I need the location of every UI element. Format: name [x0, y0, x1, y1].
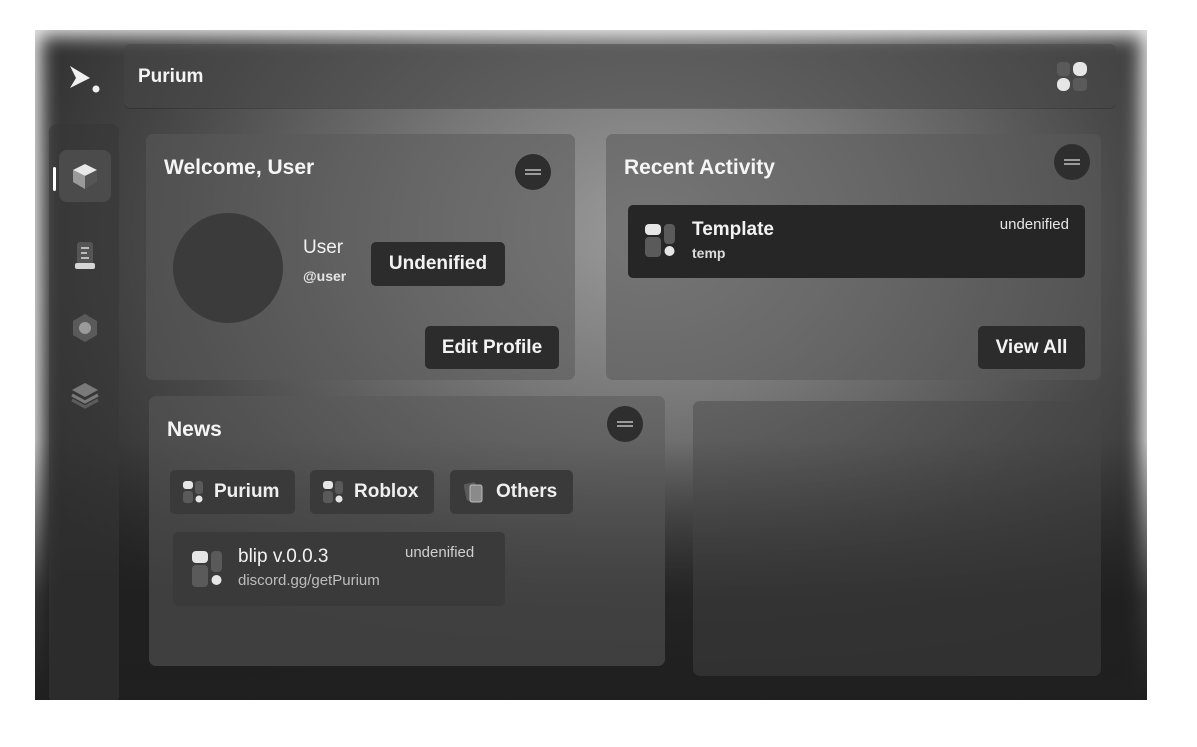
document-icon [75, 242, 95, 269]
filter-roblox[interactable]: Roblox [310, 470, 435, 514]
grid-tile-icon [183, 481, 203, 503]
cards-icon [463, 482, 483, 503]
filter-others[interactable]: Others [450, 470, 574, 514]
minimize-news-button[interactable] [607, 406, 643, 442]
grid-tile-icon [645, 224, 675, 257]
welcome-card: Welcome, User User @user Undenified Edit… [146, 134, 575, 380]
filter-label: Others [496, 481, 558, 502]
display-name: User [303, 237, 344, 258]
sidebar [49, 124, 119, 700]
news-item[interactable]: blip v.0.0.3 discord.gg/getPurium undeni… [173, 532, 505, 606]
news-item-title: blip v.0.0.3 [238, 546, 329, 567]
filter-label: Purium [214, 481, 280, 502]
activity-subtitle: temp [692, 245, 726, 261]
purium-logo-icon [70, 66, 100, 93]
recent-activity-title: Recent Activity [624, 156, 775, 179]
grid-tile-icon [323, 481, 343, 503]
sidebar-item-home[interactable] [59, 150, 111, 202]
news-card: News Purium Roblox Others blip v.0.0.3 d… [149, 396, 665, 666]
welcome-title: Welcome, User [164, 156, 315, 179]
empty-panel [693, 401, 1101, 676]
minimize-welcome-button[interactable] [515, 154, 551, 190]
news-title: News [167, 418, 222, 441]
sidebar-item-layers[interactable] [59, 368, 111, 420]
layers-icon [71, 383, 99, 409]
hexagon-nut-icon [73, 314, 97, 342]
recent-activity-card: Recent Activity Template temp undenified… [606, 134, 1101, 380]
top-bar: Purium [124, 44, 1116, 108]
status-badge[interactable]: Undenified [371, 242, 505, 286]
username: @user [303, 268, 347, 284]
avatar[interactable] [173, 213, 283, 323]
sidebar-item-scripts[interactable] [59, 230, 111, 282]
apps-grid-icon[interactable] [1056, 60, 1088, 92]
sidebar-item-settings[interactable] [59, 302, 111, 354]
active-indicator [53, 167, 56, 191]
grid-tile-icon [192, 551, 222, 587]
activity-item[interactable]: Template temp undenified [628, 205, 1085, 278]
filter-label: Roblox [354, 481, 419, 502]
app-title: Purium [138, 66, 204, 87]
app-window: Purium Welcome, User User @user Undenifi… [35, 30, 1147, 700]
view-all-button[interactable]: View All [978, 326, 1085, 369]
activity-meta: undenified [999, 216, 1069, 233]
minimize-recent-button[interactable] [1054, 144, 1090, 180]
news-item-subtitle: discord.gg/getPurium [238, 572, 380, 589]
activity-title: Template [692, 219, 775, 240]
edit-profile-button[interactable]: Edit Profile [425, 326, 559, 369]
filter-purium[interactable]: Purium [170, 470, 296, 514]
news-item-meta: undenified [405, 544, 475, 561]
cube-icon [73, 164, 97, 189]
